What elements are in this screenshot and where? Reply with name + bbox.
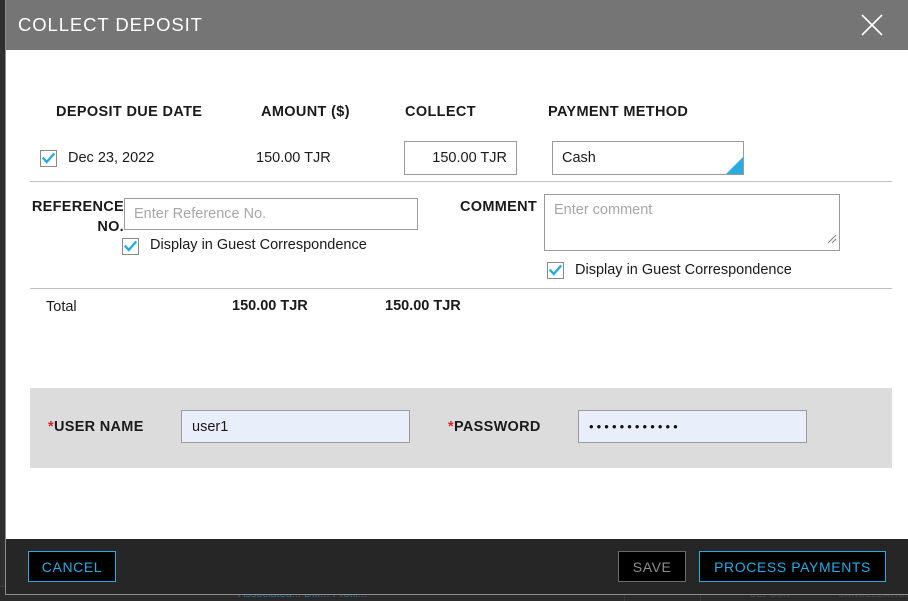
username-input[interactable] (181, 410, 410, 443)
reference-no-label-line1: REFERENCE (32, 199, 124, 215)
dialog-footer: CANCEL SAVE PROCESS PAYMENTS (6, 539, 908, 594)
app-root: Associated... Diff... Profil... DEPOSIT … (0, 0, 908, 601)
dialog-title: COLLECT DEPOSIT (18, 14, 203, 36)
column-header-amount: AMOUNT ($) (261, 104, 350, 120)
table-row: Dec 23, 2022 150.00 TJR Cash (30, 138, 892, 186)
process-payments-button[interactable]: PROCESS PAYMENTS (699, 551, 886, 582)
reference-no-label-line2: NO. (97, 219, 124, 235)
total-collect: 150.00 TJR (385, 298, 461, 314)
dialog-titlebar: COLLECT DEPOSIT (6, 0, 908, 50)
cancel-button[interactable]: CANCEL (28, 551, 116, 582)
payment-method-value: Cash (562, 150, 596, 166)
dialog-body: DEPOSIT DUE DATE AMOUNT ($) COLLECT PAYM… (6, 50, 908, 539)
footer-actions: SAVE PROCESS PAYMENTS (618, 551, 886, 582)
comment-textarea[interactable] (544, 194, 840, 251)
collect-amount-input[interactable] (404, 141, 517, 175)
password-input[interactable]: •••••••••••• (578, 410, 807, 443)
reference-display-guest-checkbox[interactable] (122, 238, 139, 255)
save-button[interactable]: SAVE (618, 551, 686, 582)
cell-amount: 150.00 TJR (256, 150, 331, 166)
deposit-table-header: DEPOSIT DUE DATE AMOUNT ($) COLLECT PAYM… (30, 100, 892, 132)
comment-label: COMMENT (424, 198, 537, 218)
column-header-collect: COLLECT (405, 104, 476, 120)
totals-divider (30, 288, 892, 289)
total-amount: 150.00 TJR (232, 298, 308, 314)
comment-field-wrap (544, 194, 840, 251)
cell-due-date: Dec 23, 2022 (68, 150, 154, 166)
close-icon[interactable] (852, 5, 892, 45)
column-header-payment-method: PAYMENT METHOD (548, 104, 688, 120)
column-header-deposit-due-date: DEPOSIT DUE DATE (56, 104, 202, 120)
comment-display-guest-label: Display in Guest Correspondence (575, 262, 792, 278)
password-label: *PASSWORD (448, 419, 541, 435)
username-label: *USER NAME (48, 419, 144, 435)
comment-display-guest-checkbox[interactable] (547, 262, 564, 279)
collect-deposit-dialog: COLLECT DEPOSIT DEPOSIT DUE DATE AMOUNT … (6, 0, 908, 594)
chevron-down-icon (726, 157, 743, 174)
password-label-text: PASSWORD (454, 419, 541, 435)
row-select-checkbox[interactable] (40, 150, 57, 167)
payment-method-select[interactable]: Cash (552, 141, 744, 175)
credentials-panel: *USER NAME *PASSWORD •••••••••••• (30, 388, 892, 468)
reference-no-label: REFERENCE NO. (11, 198, 124, 237)
reference-display-guest-label: Display in Guest Correspondence (150, 237, 367, 253)
username-label-text: USER NAME (54, 419, 144, 435)
reference-no-input[interactable] (124, 198, 418, 230)
total-label: Total (46, 299, 77, 315)
